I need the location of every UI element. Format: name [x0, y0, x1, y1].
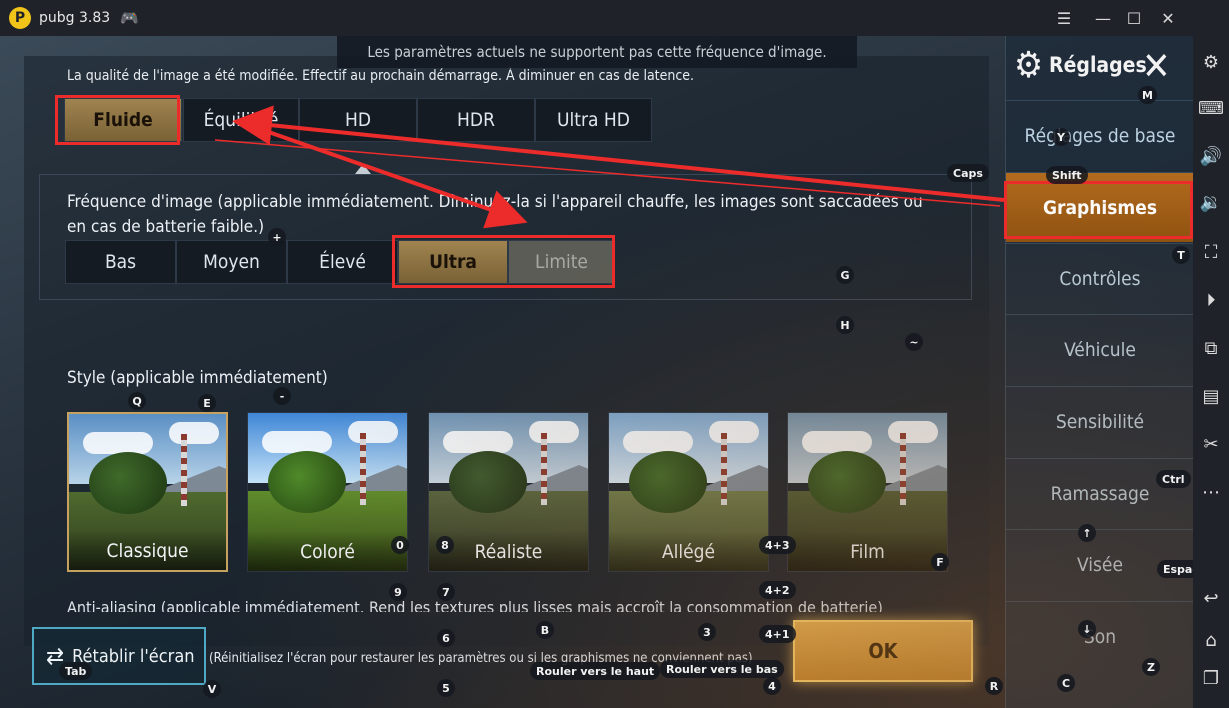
key-badge: 8	[436, 536, 454, 554]
style-card-film[interactable]: Film	[787, 412, 948, 572]
key-badge: 6	[437, 629, 455, 647]
fullscreen-icon[interactable]: ⛶	[1197, 238, 1225, 266]
nav-item-reglages-de-base[interactable]: Réglages de base	[1006, 100, 1193, 170]
key-badge: C	[1057, 674, 1075, 692]
keyboard-icon[interactable]: ⌨	[1197, 94, 1225, 122]
quality-note: La qualité de l'image a été modifiée. Ef…	[67, 68, 695, 84]
style-card-allege[interactable]: Allégé	[608, 412, 769, 572]
home-icon[interactable]: ⌂	[1197, 626, 1225, 654]
dropdown-caret-icon	[355, 164, 371, 174]
reset-screen-button[interactable]: ⇄ Rétablir l'écran	[32, 627, 206, 685]
key-badge: +	[268, 228, 286, 246]
ok-button[interactable]: OK	[793, 620, 973, 682]
fps-option-bas[interactable]: Bas	[65, 240, 176, 284]
more-icon[interactable]: ⋯	[1197, 478, 1225, 506]
style-label: Réaliste	[429, 531, 588, 571]
key-badge: 9	[389, 583, 407, 601]
key-badge: Y	[1052, 128, 1070, 146]
arrow-down-icon: ↓	[1078, 620, 1096, 638]
style-label: Allégé	[609, 531, 768, 571]
quality-option-equilibre[interactable]: Équilibré	[183, 98, 299, 142]
nav-item-sensibilite[interactable]: Sensibilité	[1006, 386, 1193, 456]
record-icon[interactable]: ⏵	[1197, 286, 1225, 314]
menu-icon[interactable]: ☰	[1052, 6, 1076, 30]
arrow-up-icon: ↑	[1078, 524, 1096, 542]
key-badge: M	[1138, 86, 1157, 104]
settings-gear-icon: ⚙	[1014, 44, 1044, 86]
fps-option-eleve[interactable]: Élevé	[287, 240, 398, 284]
style-card-classique[interactable]: Classique	[67, 412, 228, 572]
volume-up-icon[interactable]: 🔊	[1197, 142, 1225, 170]
key-badge: B	[536, 621, 554, 639]
key-badge: Shift	[1046, 166, 1088, 184]
key-badge: Q	[128, 392, 146, 410]
apk-install-icon[interactable]: ▤	[1197, 382, 1225, 410]
minimize-button[interactable]: —	[1091, 6, 1115, 30]
style-card-colore[interactable]: Coloré	[247, 412, 408, 572]
style-title: Style (applicable immédiatement)	[67, 368, 328, 388]
settings-header: ⚙ Réglages ✕	[1006, 36, 1193, 94]
key-badge: F	[931, 553, 949, 571]
key-badge: 4	[763, 677, 781, 695]
key-badge: Rouler vers le bas	[660, 660, 784, 678]
quality-option-fluide[interactable]: Fluide	[64, 98, 182, 142]
key-badge: Espac	[1157, 560, 1193, 578]
nav-item-ramassage[interactable]: Ramassage	[1006, 458, 1193, 528]
maximize-button[interactable]: ☐	[1122, 6, 1146, 30]
key-badge: 4+1	[759, 625, 796, 643]
quality-option-hd[interactable]: HD	[299, 98, 417, 142]
key-badge: 0	[391, 536, 409, 554]
key-badge: Caps	[947, 164, 989, 182]
key-badge: Tab	[59, 662, 93, 680]
key-badge: Z	[1142, 658, 1160, 676]
key-badge: R	[985, 677, 1003, 695]
framerate-toast: Les paramètres actuels ne supportent pas…	[337, 36, 857, 68]
window-title: pubg 3.83	[39, 10, 111, 26]
emulator-titlebar: P pubg 3.83 🎮 ☰ — ☐ ✕	[0, 0, 1229, 36]
key-badge: T	[1172, 246, 1190, 264]
framerate-title: Fréquence d'image (applicable immédiatem…	[67, 192, 923, 237]
key-badge: H	[836, 316, 854, 334]
fps-option-limite[interactable]: Limite	[508, 240, 615, 284]
volume-down-icon[interactable]: 🔉	[1197, 188, 1225, 216]
nav-item-controles[interactable]: Contrôles	[1006, 243, 1193, 313]
style-label: Classique	[69, 530, 226, 570]
key-badge: V	[203, 680, 221, 698]
app-logo-icon: P	[9, 7, 31, 29]
emulator-toolbar: ⚙ ⌨ 🔊 🔉 ⛶ ⏵ ⧉ ▤ ✂ ⋯ ↩ ⌂ ❐	[1193, 36, 1229, 708]
game-viewport: Les paramètres actuels ne supportent pas…	[0, 36, 1193, 708]
key-badge: -	[273, 387, 291, 405]
fps-option-moyen[interactable]: Moyen	[176, 240, 287, 284]
nav-item-son[interactable]: Son	[1006, 601, 1193, 671]
quality-option-ultra-hd[interactable]: Ultra HD	[535, 98, 652, 142]
gamepad-icon[interactable]: 🎮	[120, 9, 139, 27]
key-badge: ~	[905, 333, 923, 351]
settings-nav: ⚙ Réglages ✕ Réglages de base Graphismes…	[1005, 36, 1193, 708]
key-badge: 7	[437, 583, 455, 601]
key-badge: 4+2	[759, 581, 796, 599]
key-badge: 5	[437, 679, 455, 697]
reset-label: Rétablir l'écran	[72, 645, 195, 667]
settings-title: Réglages	[1049, 53, 1147, 77]
nav-item-vehicule[interactable]: Véhicule	[1006, 314, 1193, 384]
key-badge: Rouler vers le haut	[530, 662, 661, 680]
back-icon[interactable]: ↩	[1197, 584, 1225, 612]
recent-apps-icon[interactable]: ❐	[1197, 664, 1225, 692]
style-label: Coloré	[248, 531, 407, 571]
multi-instance-icon[interactable]: ⧉	[1197, 334, 1225, 362]
key-badge: E	[198, 394, 216, 412]
style-label: Film	[788, 531, 947, 571]
key-badge: 3	[698, 623, 716, 641]
quality-option-hdr[interactable]: HDR	[417, 98, 535, 142]
key-badge: 4+3	[759, 536, 796, 554]
fps-option-ultra[interactable]: Ultra	[398, 240, 508, 284]
key-badge: G	[836, 266, 854, 284]
scissors-icon[interactable]: ✂	[1197, 430, 1225, 458]
nav-item-graphismes[interactable]: Graphismes	[1006, 172, 1193, 242]
settings-gear-icon[interactable]: ⚙	[1197, 48, 1225, 76]
antialias-title: Anti-aliasing (applicable immédiatement.…	[67, 598, 883, 612]
window-close-button[interactable]: ✕	[1156, 6, 1180, 30]
close-settings-icon[interactable]: ✕	[1142, 44, 1171, 88]
key-badge: Ctrl	[1156, 470, 1191, 488]
